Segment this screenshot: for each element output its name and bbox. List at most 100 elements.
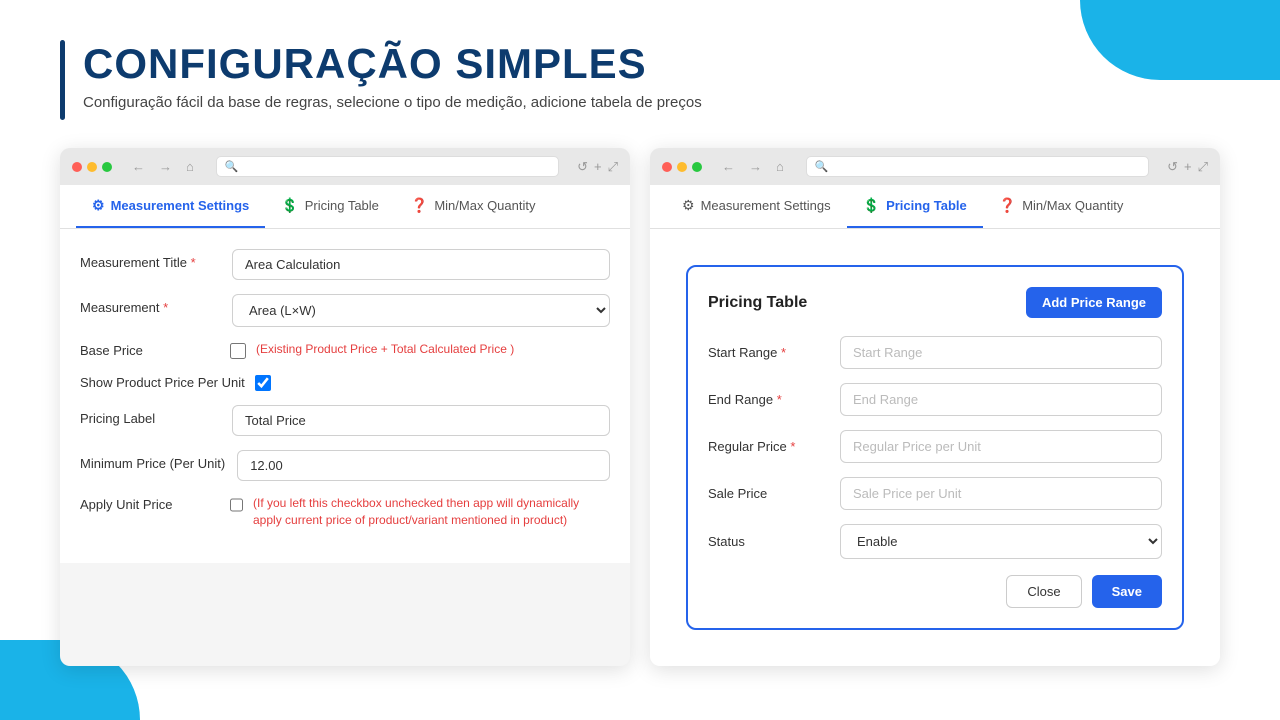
left-panel-content: Measurement Title * Measurement * Area (… (60, 229, 630, 563)
pricing-label-label: Pricing Label (80, 405, 220, 426)
apply-unit-price-desc: (If you left this checkbox unchecked the… (253, 495, 610, 529)
minimize-dot-r[interactable] (677, 162, 687, 172)
left-browser-search: 🔍 (216, 156, 559, 177)
base-price-checkbox[interactable] (230, 343, 246, 359)
accent-bar (60, 40, 65, 120)
left-browser-nav: ← → ⌂ (128, 157, 198, 176)
right-browser-bar: ← → ⌂ 🔍 ↺ + ⤢ (650, 148, 1220, 185)
expand-icon[interactable]: ⤢ (608, 159, 618, 175)
base-price-label: Base Price (80, 341, 220, 358)
base-price-row: Base Price (Existing Product Price + Tot… (80, 341, 610, 359)
base-price-desc: (Existing Product Price + Total Calculat… (256, 341, 514, 358)
maximize-dot-r[interactable] (692, 162, 702, 172)
end-range-row: End Range * (708, 383, 1162, 416)
show-product-price-label: Show Product Price Per Unit (80, 373, 245, 390)
regular-price-row: Regular Price * (708, 430, 1162, 463)
regular-price-input[interactable] (840, 430, 1162, 463)
measurement-title-label: Measurement Title * (80, 249, 220, 270)
end-range-label: End Range * (708, 392, 828, 407)
reload-icon-r[interactable]: ↺ (1167, 159, 1178, 175)
right-browser-dots (662, 162, 702, 172)
minimize-dot[interactable] (87, 162, 97, 172)
question-icon: ❓ (411, 197, 428, 214)
status-select[interactable]: Enable Disable (840, 524, 1162, 559)
sale-price-label: Sale Price (708, 486, 828, 501)
search-icon-r: 🔍 (815, 160, 829, 173)
header-text: CONFIGURAÇÃO SIMPLES Configuração fácil … (83, 40, 702, 111)
plus-icon-r[interactable]: + (1184, 159, 1192, 175)
show-product-price-row: Show Product Price Per Unit (80, 373, 610, 391)
show-product-price-right (255, 373, 271, 391)
gear-icon-r: ⚙ (682, 197, 695, 214)
right-browser-nav: ← → ⌂ (718, 157, 788, 176)
right-tabs-bar: ⚙ Measurement Settings 💲 Pricing Table ❓… (650, 185, 1220, 229)
right-panel-content: Pricing Table Add Price Range Start Rang… (650, 229, 1220, 666)
pricing-label-row: Pricing Label (80, 405, 610, 436)
tab-label: Pricing Table (305, 198, 379, 213)
measurement-title-row: Measurement Title * (80, 249, 610, 280)
minimum-price-input[interactable] (237, 450, 610, 481)
tab-minmax-left[interactable]: ❓ Min/Max Quantity (395, 185, 552, 228)
left-browser-actions: ↺ + ⤢ (577, 159, 618, 175)
close-dot-r[interactable] (662, 162, 672, 172)
left-browser-window: ← → ⌂ 🔍 ↺ + ⤢ ⚙ Measurement Settings (60, 148, 630, 666)
minimum-price-row: Minimum Price (Per Unit) (80, 450, 610, 481)
status-row: Status Enable Disable (708, 524, 1162, 559)
measurement-row: Measurement * Area (L×W) Length Width (80, 294, 610, 327)
pricing-actions: Close Save (708, 575, 1162, 608)
forward-icon[interactable]: → (155, 157, 176, 176)
required-star: * (191, 255, 196, 270)
close-dot[interactable] (72, 162, 82, 172)
measurement-title-input[interactable] (232, 249, 610, 280)
show-product-price-checkbox[interactable] (255, 375, 271, 391)
tab-pricing-table-left[interactable]: 💲 Pricing Table (265, 185, 395, 228)
start-range-label: Start Range * (708, 345, 828, 360)
tab-label: Min/Max Quantity (434, 198, 535, 213)
minimum-price-label: Minimum Price (Per Unit) (80, 450, 225, 471)
pricing-panel-title: Pricing Table (708, 294, 807, 312)
required-star-2: * (163, 300, 168, 315)
page-subheading: Configuração fácil da base de regras, se… (83, 94, 702, 111)
back-icon[interactable]: ← (128, 157, 149, 176)
expand-icon-r[interactable]: ⤢ (1198, 159, 1208, 175)
pricing-icon: 💲 (281, 197, 298, 214)
back-icon-r[interactable]: ← (718, 157, 739, 176)
header-section: CONFIGURAÇÃO SIMPLES Configuração fácil … (60, 40, 1220, 120)
status-label: Status (708, 534, 828, 549)
base-price-right: (Existing Product Price + Total Calculat… (230, 341, 514, 359)
forward-icon-r[interactable]: → (745, 157, 766, 176)
apply-unit-price-row: Apply Unit Price (If you left this check… (80, 495, 610, 529)
pricing-icon-r: 💲 (863, 197, 880, 214)
tab-measurement-settings-right[interactable]: ⚙ Measurement Settings (666, 185, 847, 228)
right-browser-search: 🔍 (806, 156, 1149, 177)
close-button[interactable]: Close (1006, 575, 1081, 608)
left-browser-dots (72, 162, 112, 172)
start-range-row: Start Range * (708, 336, 1162, 369)
home-icon[interactable]: ⌂ (182, 157, 198, 176)
plus-icon[interactable]: + (594, 159, 602, 175)
left-browser-bar: ← → ⌂ 🔍 ↺ + ⤢ (60, 148, 630, 185)
sale-price-row: Sale Price (708, 477, 1162, 510)
regular-price-label: Regular Price * (708, 439, 828, 454)
measurement-label: Measurement * (80, 294, 220, 315)
measurement-select[interactable]: Area (L×W) Length Width (232, 294, 610, 327)
tab-minmax-right[interactable]: ❓ Min/Max Quantity (983, 185, 1140, 228)
tab-pricing-table-right[interactable]: 💲 Pricing Table (847, 185, 983, 228)
end-range-input[interactable] (840, 383, 1162, 416)
apply-unit-price-checkbox[interactable] (230, 497, 243, 513)
save-button[interactable]: Save (1092, 575, 1162, 608)
add-price-range-button[interactable]: Add Price Range (1026, 287, 1162, 318)
question-icon-r: ❓ (999, 197, 1016, 214)
pricing-label-input[interactable] (232, 405, 610, 436)
sale-price-input[interactable] (840, 477, 1162, 510)
maximize-dot[interactable] (102, 162, 112, 172)
tab-label: Min/Max Quantity (1022, 198, 1123, 213)
search-icon: 🔍 (225, 160, 239, 173)
pricing-panel-header: Pricing Table Add Price Range (708, 287, 1162, 318)
left-tabs-bar: ⚙ Measurement Settings 💲 Pricing Table ❓… (60, 185, 630, 229)
reload-icon[interactable]: ↺ (577, 159, 588, 175)
tab-measurement-settings-left[interactable]: ⚙ Measurement Settings (76, 185, 265, 228)
pricing-panel: Pricing Table Add Price Range Start Rang… (686, 265, 1184, 630)
start-range-input[interactable] (840, 336, 1162, 369)
home-icon-r[interactable]: ⌂ (772, 157, 788, 176)
